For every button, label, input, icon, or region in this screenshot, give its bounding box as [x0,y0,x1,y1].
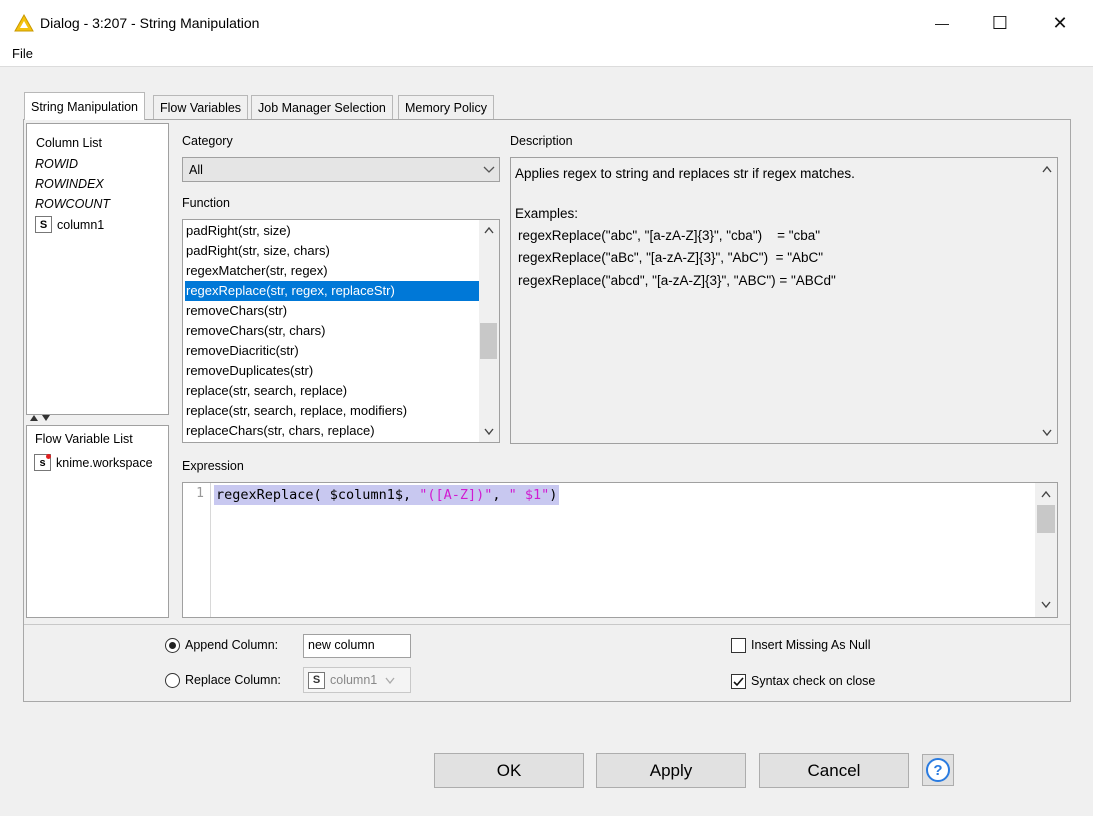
example-line: regexReplace("abcd", "[a-zA-Z]{3}", "ABC… [518,273,836,288]
examples-label: Examples: [515,206,579,221]
code-separator: , [492,487,509,503]
arrow-up-icon [30,415,38,421]
syntax-check-checkbox[interactable] [731,674,746,689]
flow-variable-name: knime.workspace [56,455,153,470]
function-item[interactable]: padRight(str, size) [185,221,479,241]
function-item[interactable]: regexMatcher(str, regex) [185,261,479,281]
code-string: "([A-Z])" [419,487,493,503]
replace-column-select[interactable]: S column1 [303,667,411,693]
flow-variable-list-panel: Flow Variable List s knime.workspace [26,425,169,618]
function-list-scrollbar[interactable] [479,220,499,442]
line-number: 1 [196,486,204,501]
scroll-thumb[interactable] [1037,505,1055,533]
code-string: " $1" [508,487,550,503]
menu-bar: File [0,44,1093,66]
category-label: Category [182,134,233,148]
category-value: All [189,163,203,177]
example-line: regexReplace("aBc", "[a-zA-Z]{3}", "AbC"… [518,250,824,265]
chevron-down-icon [385,677,395,684]
knime-warning-icon [14,14,34,32]
tab-memory-policy[interactable]: Memory Policy [398,95,494,119]
flow-variable-list-title: Flow Variable List [35,432,133,446]
scroll-thumb[interactable] [480,323,497,359]
example-line: regexReplace("abc", "[a-zA-Z]{3}", "cba"… [518,228,821,243]
category-select[interactable]: All [182,157,500,182]
expression-scrollbar[interactable] [1035,483,1057,617]
function-item-selected[interactable]: regexReplace(str, regex, replaceStr) [185,281,479,301]
string-type-icon: S [35,216,52,233]
description-box: Applies regex to string and replaces str… [510,157,1058,444]
scroll-down-icon[interactable] [1041,601,1051,608]
description-label: Description [510,134,573,148]
help-icon: ? [926,758,950,782]
window-title: Dialog - 3:207 - String Manipulation [40,15,260,31]
flow-variable-type-icon: s [34,454,51,471]
replace-column-radio[interactable] [165,673,180,688]
append-column-input[interactable]: new column [303,634,411,658]
scroll-down-icon[interactable] [1042,429,1052,436]
scroll-up-icon[interactable] [1041,491,1051,498]
insert-missing-label: Insert Missing As Null [751,638,871,652]
function-item[interactable]: replace(str, search, replace, modifiers) [185,401,479,421]
syntax-check-label: Syntax check on close [751,674,876,688]
column-name: column1 [57,217,105,232]
menu-file[interactable]: File [12,46,33,61]
splitter-handle[interactable] [30,414,56,423]
minimize-button[interactable]: — [913,0,971,46]
column-list: ROWID ROWINDEX ROWCOUNT S column1 [31,155,165,411]
insert-missing-checkbox[interactable] [731,638,746,653]
checkmark-icon [733,676,744,686]
tab-flow-variables[interactable]: Flow Variables [153,95,249,119]
function-item[interactable]: removeChars(str, chars) [185,321,479,341]
function-item[interactable]: padRight(str, size, chars) [185,241,479,261]
function-item[interactable]: removeDiacritic(str) [185,341,479,361]
expression-editor[interactable]: 1 regexReplace( $column1$, "([A-Z])", " … [182,482,1058,618]
column-list-panel: Column List ROWID ROWINDEX ROWCOUNT S co… [26,123,169,415]
code-column-ref: $column1$, [321,487,420,503]
help-button[interactable]: ? [922,754,954,786]
tab-job-manager-selection[interactable]: Job Manager Selection [251,95,393,119]
string-type-icon: S [308,671,325,689]
apply-button[interactable]: Apply [596,753,746,788]
description-scrollbar[interactable] [1037,158,1057,443]
function-item[interactable]: replace(str, search, replace) [185,381,479,401]
description-text: Applies regex to string and replaces str… [515,166,855,181]
append-column-radio[interactable] [165,638,180,653]
expression-label: Expression [182,459,244,473]
code-close-paren: ) [549,487,558,503]
code-function: regexReplace( [216,487,322,503]
ok-button[interactable]: OK [434,753,584,788]
function-list[interactable]: padRight(str, size) padRight(str, size, … [182,219,500,443]
function-label: Function [182,196,230,210]
function-item[interactable]: removeDuplicates(str) [185,361,479,381]
function-item[interactable]: removeChars(str) [185,301,479,321]
replace-column-value: column1 [330,673,378,687]
flow-variable-item[interactable]: s knime.workspace [34,454,153,471]
maximize-button[interactable]: ☐ [971,0,1029,46]
close-button[interactable]: ✕ [1031,0,1089,46]
scroll-up-icon[interactable] [1042,166,1052,173]
column-list-title: Column List [36,136,102,150]
list-item[interactable]: ROWCOUNT [35,197,110,211]
chevron-down-icon [483,166,495,173]
minimize-icon: — [935,15,949,31]
tab-string-manipulation[interactable]: String Manipulation [24,92,146,120]
replace-column-label: Replace Column: [185,673,281,687]
scroll-up-icon[interactable] [484,227,494,234]
close-icon: ✕ [1052,12,1068,33]
arrow-down-icon [42,415,50,421]
list-item[interactable]: ROWINDEX [35,177,104,191]
line-number-gutter: 1 [183,483,211,617]
scroll-down-icon[interactable] [484,428,494,435]
list-item[interactable]: ROWID [35,157,78,171]
expression-code[interactable]: regexReplace( $column1$, "([A-Z])", " $1… [214,485,560,505]
title-bar: Dialog - 3:207 - String Manipulation — ☐… [0,0,1093,46]
divider [24,624,1070,625]
cancel-button[interactable]: Cancel [759,753,909,788]
maximize-icon: ☐ [991,12,1009,33]
column-item-column1[interactable]: S column1 [35,216,104,233]
function-item[interactable]: replaceChars(str, chars, replace) [185,421,479,441]
append-column-label: Append Column: [185,638,279,652]
